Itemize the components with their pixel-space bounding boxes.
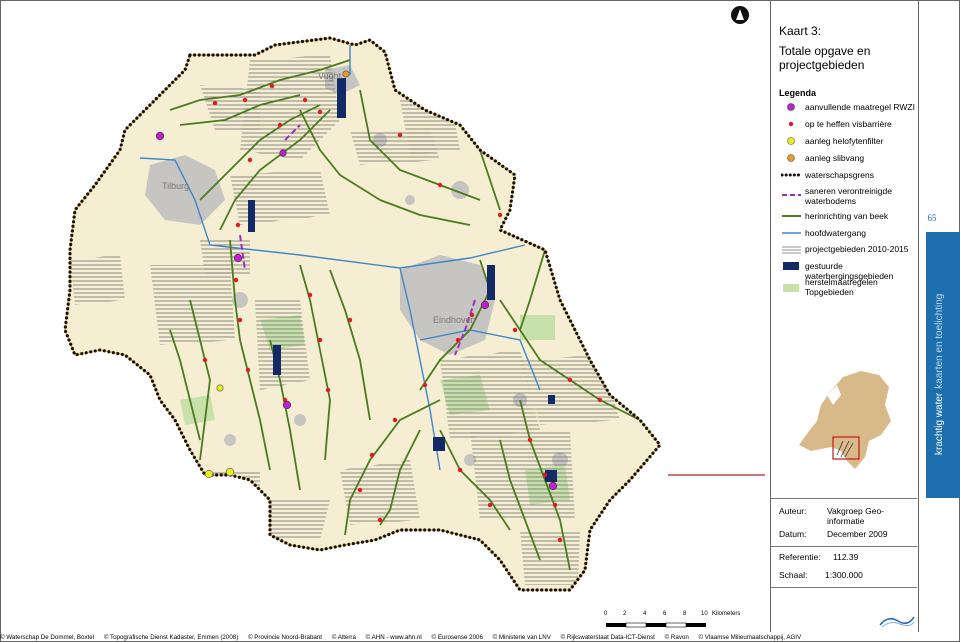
city-label: Eindhoven [433, 315, 476, 325]
credit-item: © Topografische Dienst Kadaster, Emmen (… [103, 634, 239, 641]
scale-tick: 2 [623, 611, 627, 617]
gestuurde-rect-icon [783, 262, 799, 270]
credits-bar: © Waterschap De Dommel, Boxtel © Topogra… [0, 633, 960, 642]
slibvang-dot-icon [787, 154, 795, 162]
city-label: Tilburg [162, 181, 190, 191]
map-title-number: Kaart 3: [779, 24, 822, 38]
scale-tick: 6 [663, 611, 667, 617]
credit-item: © Rijkswaterstaat Data-ICT-Dienst [560, 634, 655, 641]
slibvang-markers [342, 70, 350, 78]
north-arrow-icon [731, 6, 749, 24]
credit-item: © Provincie Noord-Brabant [248, 634, 323, 641]
sanering-line-icon [782, 194, 801, 196]
scale-unit: Kilometers [712, 611, 741, 617]
panel-divider [771, 498, 917, 499]
author-row: Auteur: Vakgroep Geo-informatie [779, 506, 885, 526]
legend-panel: Kaart 3: Totale opgave en projectgebiede… [770, 0, 919, 632]
scale-tick: 10 [701, 611, 708, 617]
scale-tick: 4 [643, 611, 647, 617]
credit-item: © Vlaamse Milieumaatschappij, AGIV [698, 634, 802, 641]
date-row: Datum: December 2009 [779, 529, 888, 539]
credit-item: © Ministerie van LNV [492, 634, 551, 641]
scale-bar [606, 622, 706, 628]
inset-netherlands-map [799, 371, 891, 469]
map-area: Vught Tilburg Eindhoven [0, 0, 770, 632]
map-title: Kaart 3: Totale opgave en projectgebiede… [779, 24, 914, 72]
panel-divider [771, 546, 917, 547]
side-tagline: krachtig waterkaarten en toelichting [934, 293, 945, 455]
panel-divider [771, 587, 917, 588]
credit-item: © Alterra [331, 634, 356, 641]
map-subtitle: Totale opgave en projectgebieden [779, 44, 871, 72]
map-canvas [63, 36, 765, 592]
helofyt-dot-icon [787, 137, 795, 145]
legend-title: Legenda [779, 88, 817, 98]
city-label: Vught [318, 71, 342, 81]
reference-row: Referentie: 112.39 [779, 552, 859, 562]
border-line-icon [781, 173, 801, 177]
project-hatch-icon [782, 246, 801, 254]
scale-tick: 0 [604, 611, 608, 617]
visbarriere-dot-icon [788, 121, 794, 127]
credit-item: © AHN - www.ahn.nl [365, 634, 422, 641]
page-number: 65 [927, 213, 937, 223]
credit-item: © Waterschap De Dommel, Boxtel [0, 634, 95, 641]
hoofd-line-icon [782, 232, 801, 234]
beek-line-icon [782, 215, 801, 217]
credit-item: © Eurosense 2006 [431, 634, 483, 641]
topgebied-rect-icon [783, 284, 799, 292]
credit-item: © Ravon [664, 634, 689, 641]
scale-tick: 8 [683, 611, 687, 617]
rwzi-dot-icon [787, 103, 795, 111]
scale-row: Schaal: 1:300.000 [779, 570, 863, 580]
